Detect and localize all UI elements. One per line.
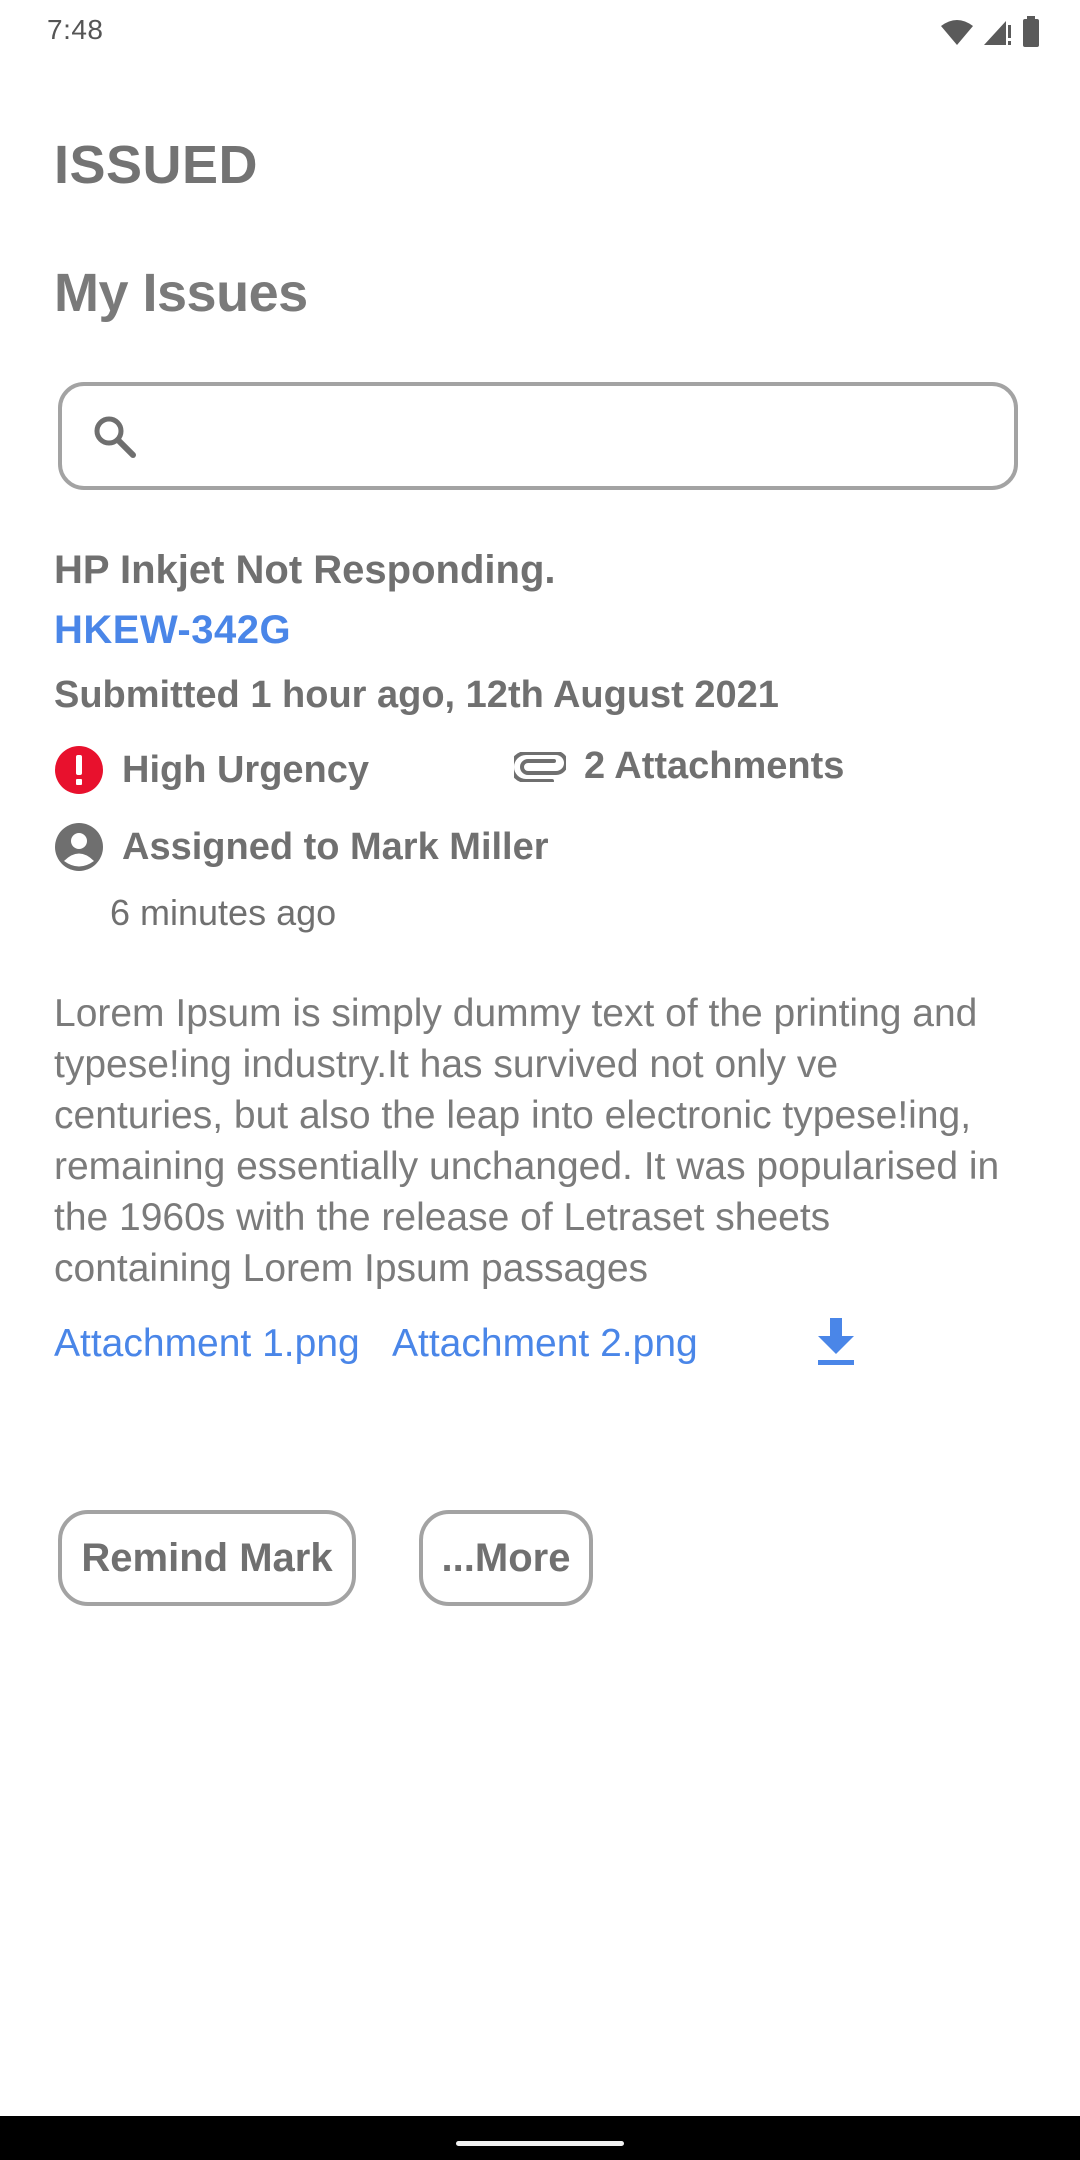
- attachments-summary: 2 Attachments: [514, 745, 844, 788]
- wifi-icon: [941, 20, 973, 45]
- page-title: My Issues: [54, 263, 308, 323]
- status-time: 7:48: [47, 14, 104, 45]
- account-circle-icon: [55, 823, 103, 871]
- issue-description: Lorem Ipsum is simply dummy text of the …: [54, 992, 1000, 1290]
- download-icon[interactable]: [814, 1318, 858, 1366]
- issue-submitted-date: Submitted 1 hour ago, 12th August 2021: [54, 674, 779, 716]
- urgency-label: High Urgency: [122, 748, 370, 791]
- attachment-link-2[interactable]: Attachment 2.png: [392, 1322, 700, 1366]
- app-title: ISSUED: [54, 135, 259, 195]
- assignee-info: Assigned to Mark Miller: [54, 822, 549, 872]
- assigned-time: 6 minutes ago: [110, 892, 337, 933]
- paperclip-icon: [514, 751, 566, 782]
- remind-mark-button[interactable]: Remind Mark: [58, 1510, 356, 1606]
- attachments-count: 2 Attachments: [584, 745, 845, 787]
- alert-icon: [55, 746, 103, 794]
- system-nav-bar: [0, 2116, 1080, 2160]
- search-icon: [94, 416, 136, 458]
- battery-icon: [1023, 16, 1039, 47]
- assigned-label: Assigned to Mark Miller: [122, 825, 549, 868]
- home-gesture-handle[interactable]: [456, 2141, 624, 2146]
- urgency-indicator: High Urgency: [54, 745, 369, 795]
- issue-id-link[interactable]: HKEW-342G: [54, 608, 291, 653]
- more-button[interactable]: ...More: [419, 1510, 593, 1606]
- search-bar[interactable]: [58, 382, 1018, 490]
- issue-title: HP Inkjet Not Responding.: [54, 548, 556, 592]
- status-icons: [940, 14, 1040, 50]
- cell-signal-icon: [984, 21, 1011, 45]
- search-input[interactable]: [158, 406, 1002, 468]
- attachment-link-1[interactable]: Attachment 1.png: [54, 1322, 374, 1366]
